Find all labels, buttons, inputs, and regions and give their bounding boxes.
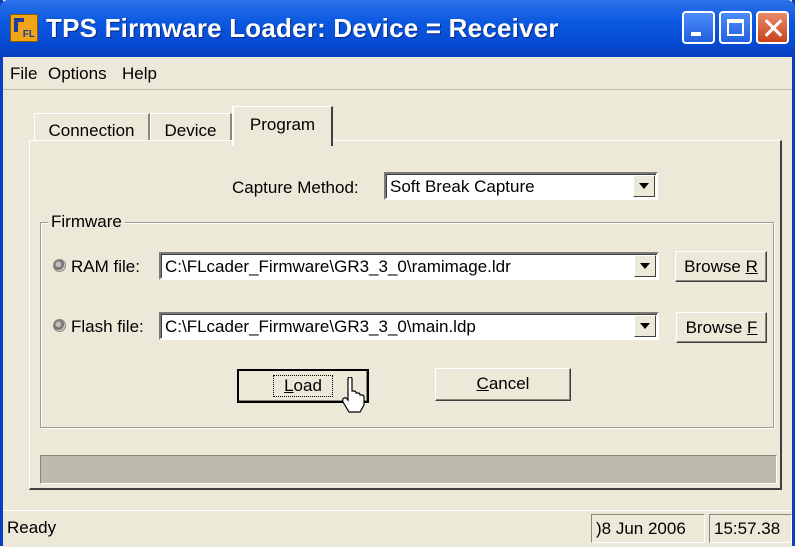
status-time: 15:57.38	[709, 514, 792, 543]
chevron-down-icon[interactable]	[633, 175, 655, 197]
ram-file-select[interactable]: C:\FLcader_Firmware\GR3_3_0\ramimage.ldr	[159, 252, 659, 280]
minimize-button[interactable]	[682, 11, 715, 44]
app-icon[interactable]: FL	[10, 14, 38, 42]
maximize-button[interactable]	[719, 11, 752, 44]
chevron-down-icon[interactable]	[634, 255, 656, 277]
cancel-label: ancel	[488, 374, 530, 393]
capture-method-value: Soft Break Capture	[390, 177, 535, 196]
browse-flash-mnemonic: F	[747, 318, 758, 337]
browse-flash-button[interactable]: Browse F	[676, 312, 767, 343]
status-bar: Ready )8 Jun 2006 15:57.38	[3, 510, 792, 547]
menu-file[interactable]: File	[10, 64, 37, 84]
flash-file-radio[interactable]	[53, 319, 66, 332]
flash-file-value: C:\FLcader_Firmware\GR3_3_0\main.ldp	[165, 317, 476, 336]
window-title: TPS Firmware Loader: Device = Receiver	[46, 13, 559, 43]
flash-file-label: Flash file:	[71, 317, 144, 336]
chevron-down-icon[interactable]	[634, 315, 656, 337]
cancel-mnemonic: C	[476, 374, 489, 393]
load-focus-rect: Load	[273, 375, 333, 397]
close-button[interactable]	[756, 11, 789, 44]
menu-bar: File Options Help	[3, 57, 792, 90]
app-icon-label: FL	[22, 29, 35, 40]
firmware-group-label: Firmware	[48, 212, 125, 232]
menu-options[interactable]: Options	[48, 64, 107, 84]
ram-file-radio[interactable]	[53, 259, 66, 272]
status-text: Ready	[7, 518, 57, 537]
browse-ram-label: Browse	[684, 257, 746, 276]
app-window: FL TPS Firmware Loader: Device = Receive…	[0, 0, 795, 547]
load-mnemonic: L	[284, 376, 294, 395]
progress-bar	[40, 455, 777, 484]
browse-flash-label: Browse	[685, 318, 748, 337]
title-bar[interactable]: FL TPS Firmware Loader: Device = Receive…	[0, 0, 795, 57]
ram-file-label: RAM file:	[71, 257, 140, 276]
tab-program[interactable]: Program	[232, 106, 333, 146]
ram-file-value: C:\FLcader_Firmware\GR3_3_0\ramimage.ldr	[165, 257, 511, 276]
cancel-button[interactable]: Cancel	[435, 368, 571, 401]
load-label: oad	[293, 376, 322, 395]
mouse-pointer-icon	[342, 377, 365, 413]
capture-method-label: Capture Method:	[232, 178, 359, 197]
browse-ram-mnemonic: R	[745, 257, 758, 276]
status-date: )8 Jun 2006	[591, 514, 705, 543]
capture-method-select[interactable]: Soft Break Capture	[384, 172, 658, 200]
flash-file-select[interactable]: C:\FLcader_Firmware\GR3_3_0\main.ldp	[159, 312, 659, 340]
browse-ram-button[interactable]: Browse R	[675, 251, 767, 282]
menu-help[interactable]: Help	[122, 64, 157, 84]
